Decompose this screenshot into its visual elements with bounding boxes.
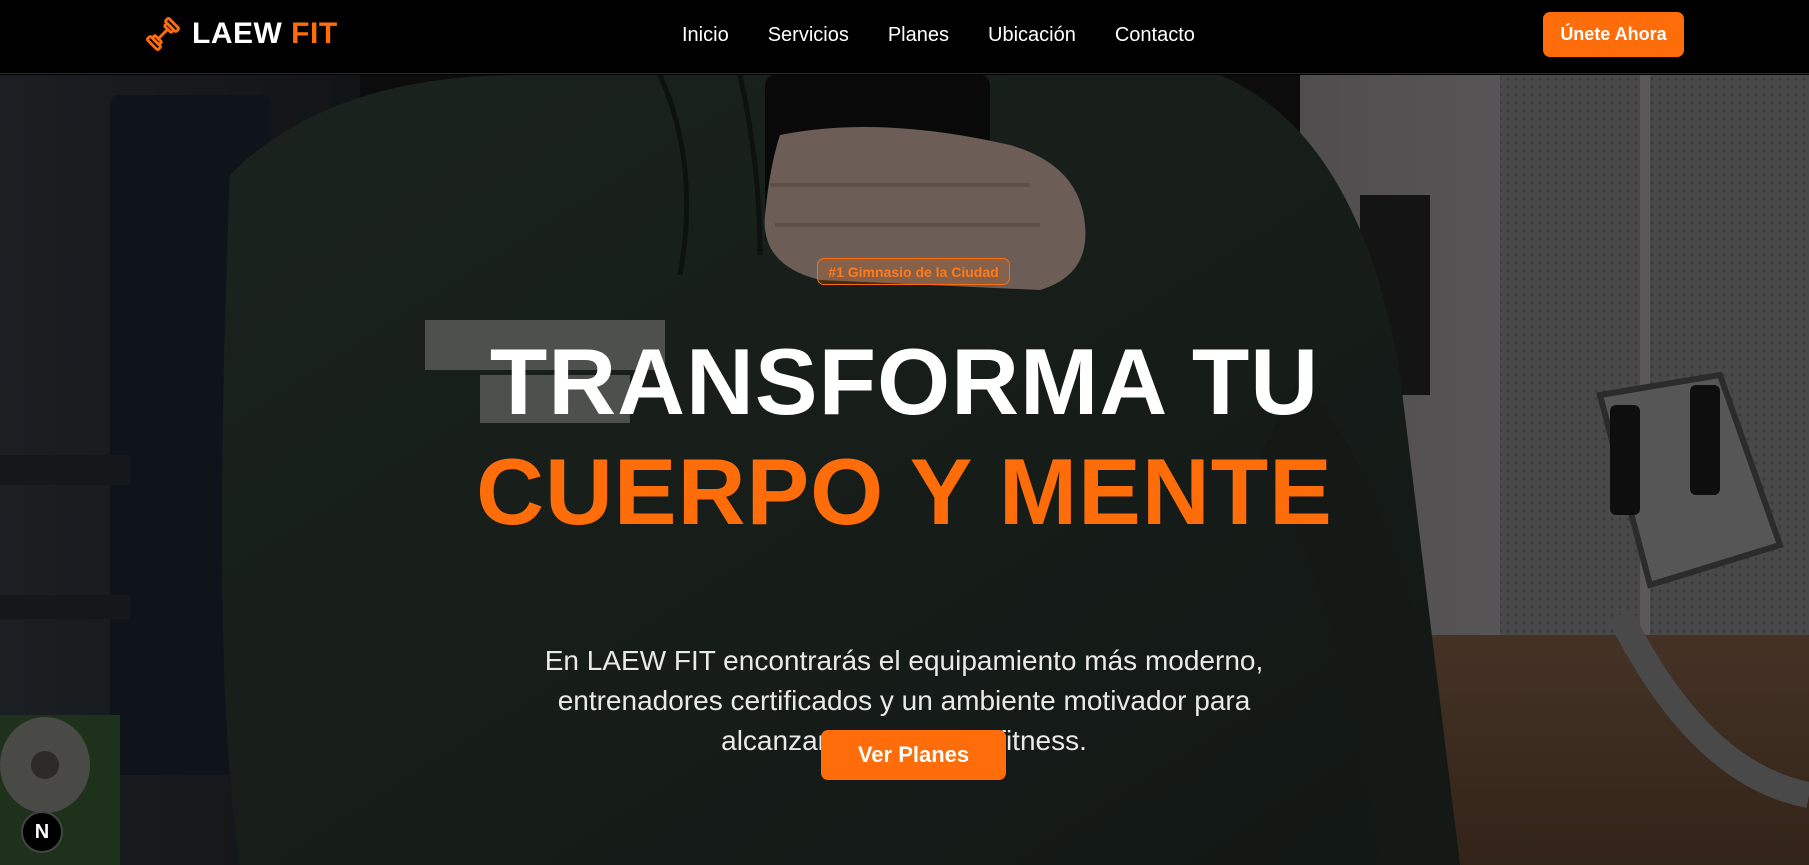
brand-name: LAEW FIT (192, 17, 338, 50)
brand-logo[interactable]: LAEW FIT (144, 14, 338, 54)
hero-headline: TRANSFORMA TU CUERPO Y MENTE (0, 327, 1809, 547)
nav-link-planes[interactable]: Planes (888, 20, 949, 50)
view-plans-button[interactable]: Ver Planes (821, 730, 1006, 780)
nav-link-ubicacion[interactable]: Ubicación (988, 20, 1076, 50)
nav-link-inicio[interactable]: Inicio (682, 20, 729, 50)
hero-badge: #1 Gimnasio de la Ciudad (817, 258, 1010, 285)
nav-link-contacto[interactable]: Contacto (1115, 20, 1195, 50)
nextjs-icon[interactable]: N (21, 811, 63, 853)
dumbbell-icon (146, 17, 180, 51)
nav-link-servicios[interactable]: Servicios (768, 20, 849, 50)
main-nav: Inicio Servicios Planes Ubicación Contac… (682, 20, 1195, 50)
navbar: LAEW FIT Inicio Servicios Planes Ubicaci… (0, 0, 1809, 74)
hero-section: #1 Gimnasio de la Ciudad TRANSFORMA TU C… (0, 75, 1809, 865)
headline-line-1: TRANSFORMA TU (489, 329, 1320, 434)
join-now-button[interactable]: Únete Ahora (1543, 12, 1684, 57)
headline-line-2: CUERPO Y MENTE (476, 439, 1333, 544)
